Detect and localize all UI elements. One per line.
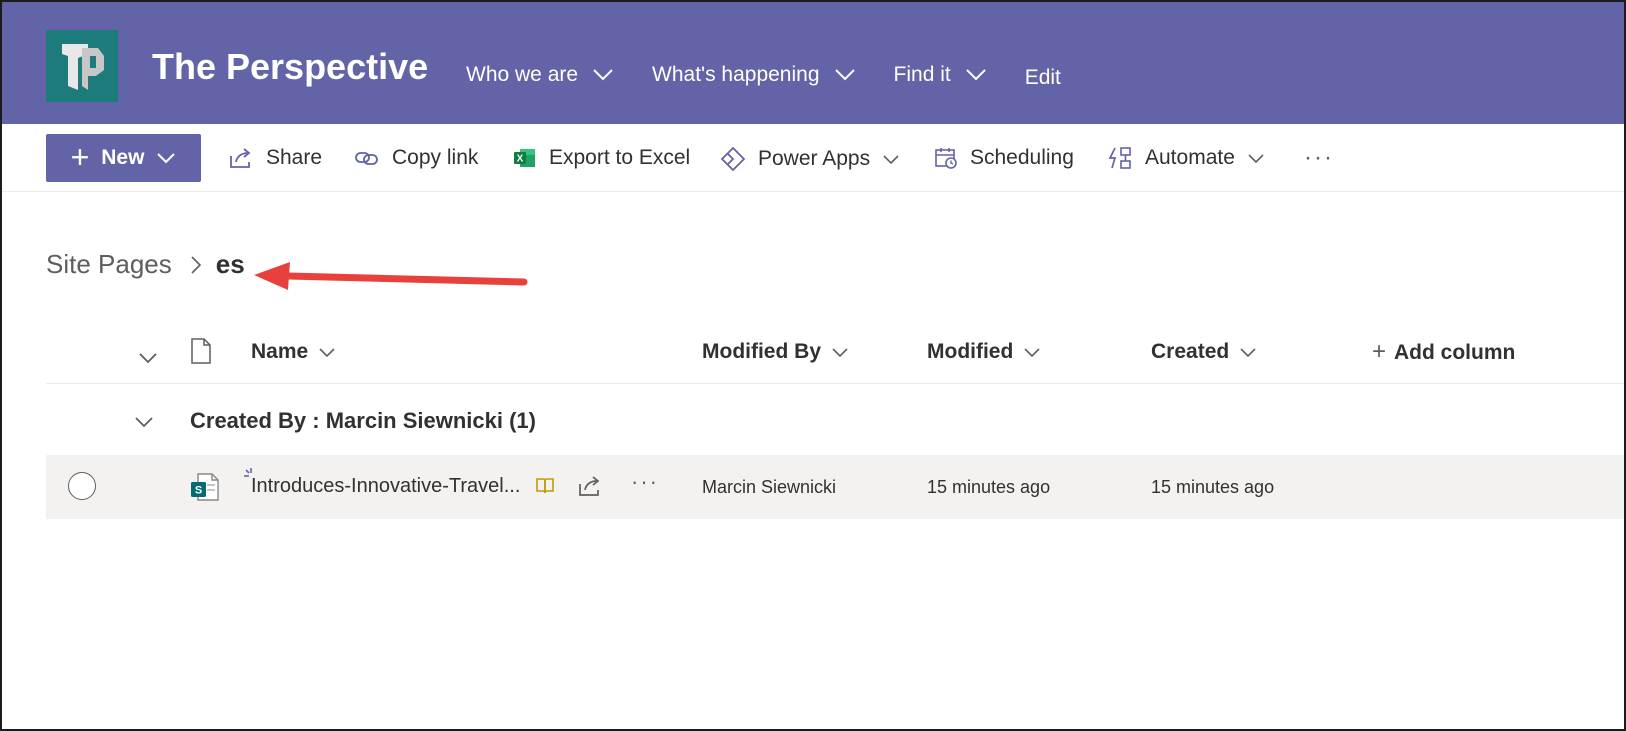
- plus-icon: +: [1372, 338, 1387, 365]
- annotation-arrow-icon: [254, 262, 528, 290]
- add-column-label: Add column: [1394, 341, 1516, 364]
- column-label: Name: [251, 340, 309, 363]
- breadcrumb-current-folder: es: [215, 249, 245, 279]
- svg-text:S: S: [195, 485, 202, 497]
- scheduling-label: Scheduling: [970, 146, 1074, 169]
- chevron-down-icon: [832, 347, 848, 357]
- automate-label: Automate: [1145, 146, 1235, 169]
- nav-label: What's happening: [652, 63, 820, 86]
- top-navigation: Who we are What's happening Find it Edit: [466, 60, 1061, 90]
- copy-link-label: Copy link: [392, 146, 479, 169]
- table-row[interactable]: S Introduces-Innovative-Travel... ··· Ma…: [46, 455, 1624, 519]
- site-header: The Perspective Who we are What's happen…: [2, 2, 1624, 124]
- collapse-all-chevron-icon[interactable]: [138, 352, 158, 364]
- list-column-headers: Name Modified By Modified Created + Add …: [46, 322, 1624, 384]
- chevron-right-icon: [190, 255, 202, 275]
- column-header-modified[interactable]: Modified: [927, 340, 1041, 364]
- new-button-label: New: [101, 146, 145, 169]
- book-icon: [536, 478, 554, 494]
- share-label: Share: [266, 146, 323, 169]
- scheduling-button[interactable]: Scheduling: [934, 146, 1074, 170]
- row-file-name[interactable]: Introduces-Innovative-Travel...: [251, 475, 520, 498]
- power-apps-label: Power Apps: [758, 147, 871, 170]
- share-icon: [228, 146, 254, 170]
- row-select-checkbox[interactable]: [68, 472, 96, 500]
- nav-who-we-are[interactable]: Who we are: [466, 63, 614, 87]
- row-modified-by: Marcin Siewnicki: [702, 477, 837, 497]
- share-button[interactable]: Share: [228, 146, 322, 170]
- svg-text:X: X: [517, 154, 524, 165]
- excel-icon: X: [513, 147, 537, 169]
- link-icon: [354, 147, 380, 169]
- chevron-down-icon: [965, 69, 986, 81]
- logo-mark-icon: [62, 44, 104, 90]
- app-window: The Perspective Who we are What's happen…: [0, 0, 1626, 731]
- chevron-down-icon: [1248, 153, 1264, 163]
- column-header-modified-by[interactable]: Modified By: [702, 340, 849, 364]
- row-modified: 15 minutes ago: [927, 477, 1051, 497]
- power-apps-button[interactable]: Power Apps: [720, 146, 900, 172]
- chevron-down-icon: [834, 69, 855, 81]
- chevron-down-icon: [593, 69, 613, 81]
- file-type-icon[interactable]: [190, 338, 212, 364]
- column-label: Modified By: [702, 340, 821, 363]
- new-button[interactable]: + New: [46, 134, 201, 182]
- group-title: Created By : Marcin Siewnicki (1): [190, 408, 536, 433]
- export-label: Export to Excel: [549, 146, 691, 169]
- copy-link-button[interactable]: Copy link: [354, 146, 478, 170]
- chevron-down-icon: [319, 347, 335, 357]
- column-header-name[interactable]: Name: [251, 340, 336, 364]
- plus-icon: +: [70, 138, 90, 175]
- site-title[interactable]: The Perspective: [152, 46, 428, 88]
- column-label: Created: [1151, 340, 1230, 363]
- more-commands-button[interactable]: ···: [1304, 144, 1334, 172]
- automate-flow-icon: [1107, 146, 1133, 170]
- add-column-button[interactable]: + Add column: [1372, 338, 1516, 366]
- group-header: Created By : Marcin Siewnicki (1): [46, 394, 1624, 454]
- command-bar: + New Share Copy link X Export to Excel: [2, 124, 1624, 192]
- share-icon[interactable]: [577, 474, 603, 498]
- calendar-clock-icon: [934, 146, 958, 170]
- breadcrumb: Site Pages es: [46, 249, 245, 280]
- chevron-down-icon: [157, 153, 176, 164]
- row-created: 15 minutes ago: [1151, 477, 1275, 497]
- chevron-down-icon: [1024, 347, 1040, 357]
- site-logo[interactable]: [46, 30, 118, 102]
- chevron-down-icon: [1240, 347, 1256, 357]
- edit-nav-link[interactable]: Edit: [1025, 66, 1061, 90]
- breadcrumb-site-pages[interactable]: Site Pages: [46, 249, 172, 280]
- sharepoint-page-icon: S: [191, 473, 219, 501]
- power-apps-icon: [720, 146, 746, 172]
- nav-label: Who we are: [466, 63, 579, 86]
- nav-whats-happening[interactable]: What's happening: [652, 63, 855, 87]
- group-collapse-chevron-icon[interactable]: [134, 416, 154, 428]
- column-header-created[interactable]: Created: [1151, 340, 1257, 364]
- column-label: Modified: [927, 340, 1014, 363]
- chevron-down-icon: [883, 154, 899, 164]
- export-to-excel-button[interactable]: X Export to Excel: [513, 146, 690, 170]
- nav-label: Find it: [893, 63, 951, 86]
- automate-button[interactable]: Automate: [1107, 146, 1265, 170]
- nav-find-it[interactable]: Find it: [894, 63, 987, 87]
- row-more-actions-button[interactable]: ···: [631, 469, 659, 495]
